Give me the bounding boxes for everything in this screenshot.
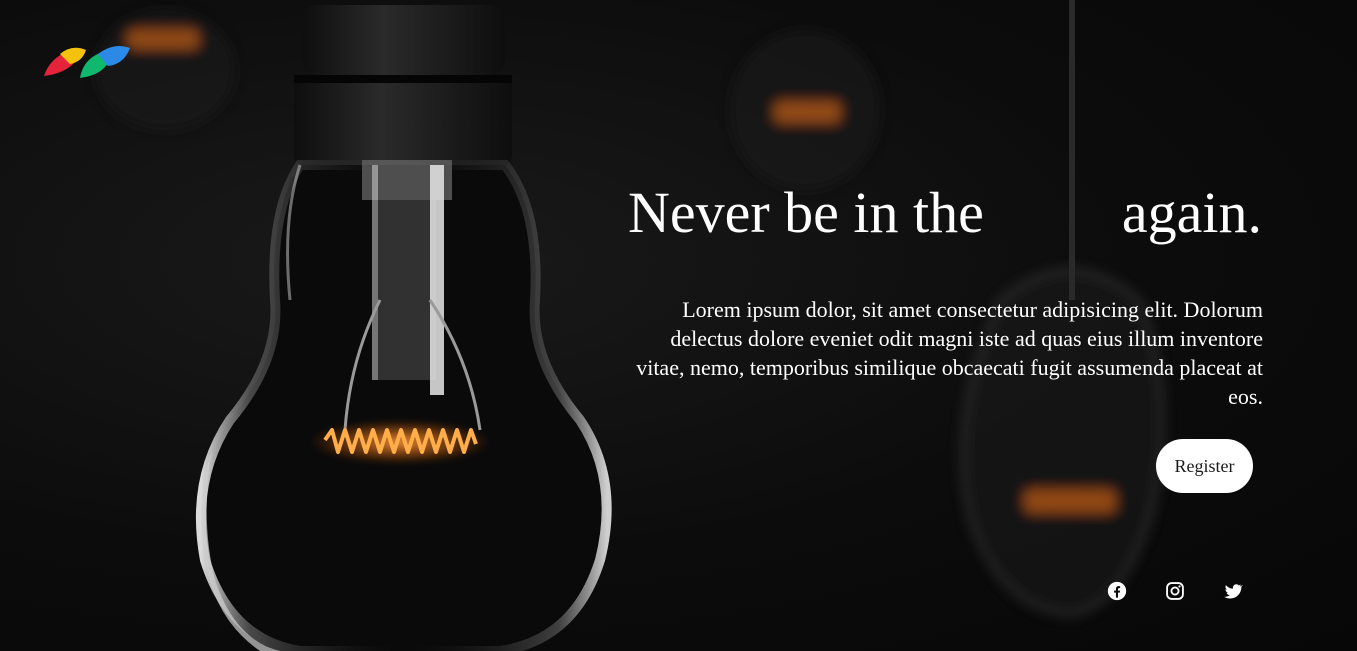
hero-paragraph: Lorem ipsum dolor, sit amet consectetur …	[636, 297, 1263, 409]
hero-headline: Never be in the again.	[628, 178, 1262, 248]
register-button[interactable]: Register	[1156, 439, 1253, 493]
colorful-leaf-logo-icon[interactable]	[42, 42, 132, 82]
facebook-icon[interactable]	[1106, 580, 1128, 602]
headline-end: again.	[1121, 180, 1262, 245]
instagram-icon[interactable]	[1164, 580, 1186, 602]
hero-section: Never be in the again. Lorem ipsum dolor,…	[0, 0, 1357, 651]
social-links	[1106, 580, 1244, 602]
headline-start: Never be in the	[627, 180, 984, 245]
twitter-icon[interactable]	[1222, 580, 1244, 602]
